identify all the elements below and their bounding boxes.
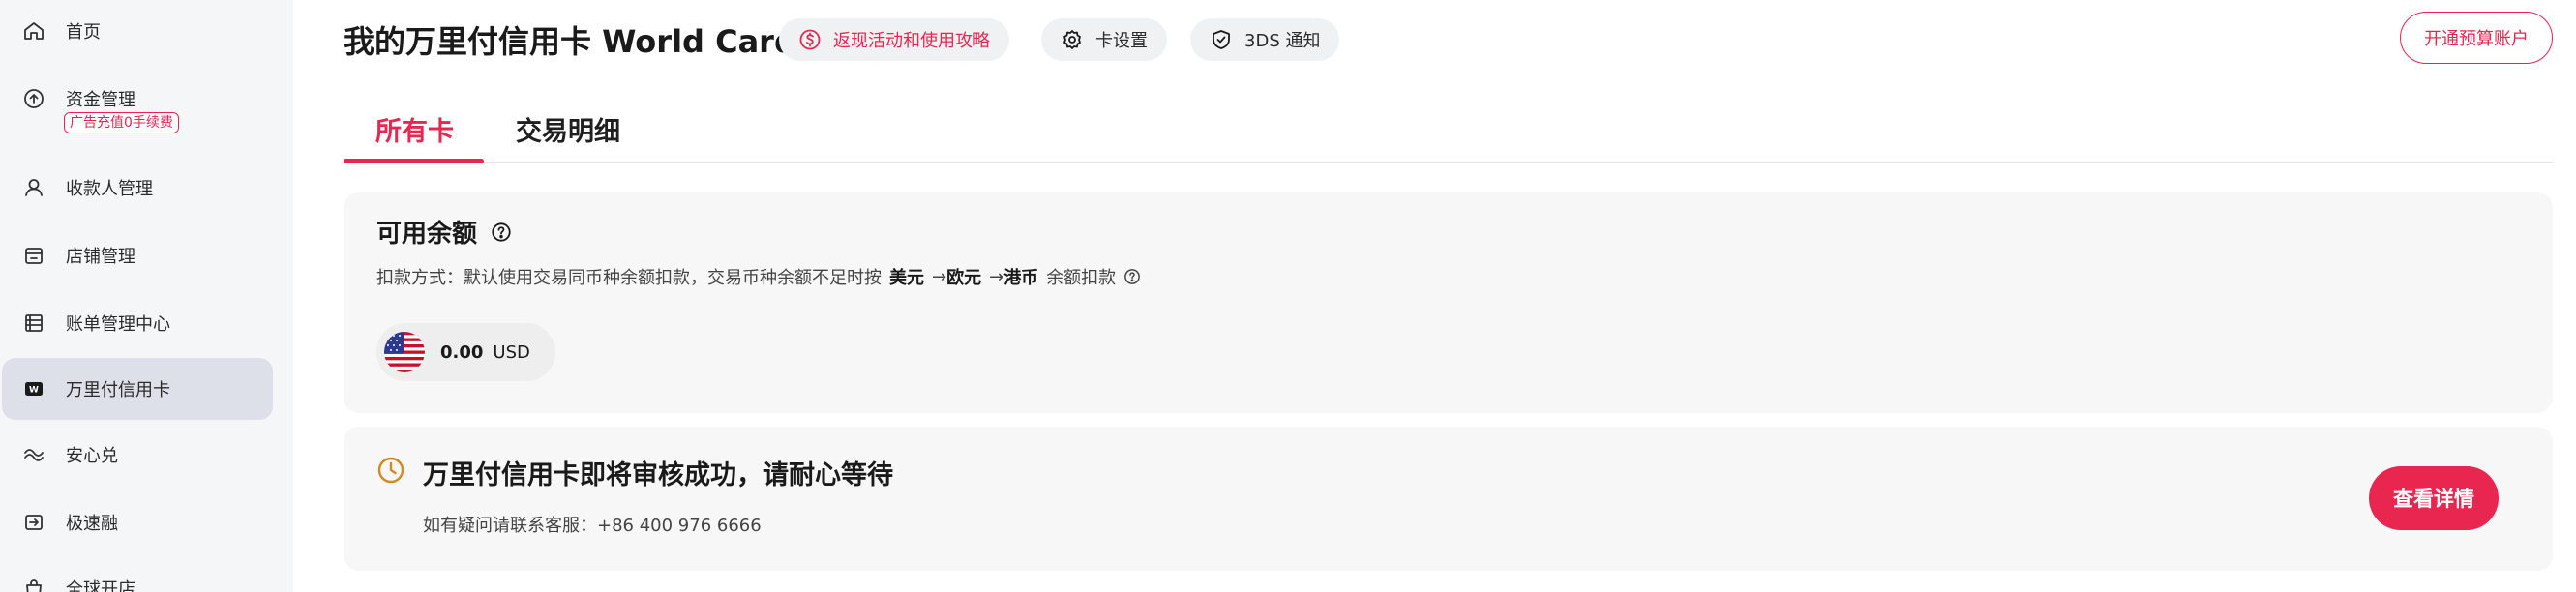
balance-panel: 可用余额 扣款方式：默认使用交易同币种余额扣款，交易币种余额不足时按 美元 → … — [344, 192, 2553, 413]
sidebar-item-global-shop[interactable]: 全球开店 — [2, 557, 273, 592]
sidebar-item-finance[interactable]: 极速融 — [2, 491, 273, 553]
card-settings-button[interactable]: 卡设置 — [1041, 18, 1167, 61]
shop-bag-icon — [21, 576, 46, 592]
sidebar-item-bills[interactable]: 账单管理中心 — [2, 292, 273, 354]
card-settings-label: 卡设置 — [1095, 31, 1148, 51]
sidebar-item-stores[interactable]: 店铺管理 — [2, 224, 273, 286]
gear-icon — [1063, 30, 1081, 49]
exchange-icon — [21, 442, 46, 467]
arrow-icon: → — [932, 266, 947, 287]
sidebar-item-label: 极速融 — [66, 514, 118, 534]
sidebar-item-label: 全球开店 — [66, 579, 135, 592]
active-tab-indicator — [344, 159, 484, 163]
cashback-guide-label: 返现活动和使用攻略 — [833, 31, 990, 51]
bill-icon — [21, 311, 46, 336]
deduct-prefix: 扣款方式：默认使用交易同币种余额扣款，交易币种余额不足时按 — [376, 268, 882, 288]
cashback-guide-button[interactable]: 返现活动和使用攻略 — [779, 18, 1009, 61]
finance-icon — [21, 510, 46, 535]
store-icon — [21, 243, 46, 268]
review-status-panel: 万里付信用卡即将审核成功，请耐心等待 如有疑问请联系客服：+86 400 976… — [344, 427, 2553, 571]
sidebar-item-label: 万里付信用卡 — [66, 380, 170, 400]
page-title: 我的万里付信用卡 World Card — [344, 23, 796, 60]
sidebar: 首页 资金管理 广告充值0手续费 收款人管理 店铺管理 账单管理中心 W 万里付… — [0, 0, 293, 592]
sidebar-item-label: 店铺管理 — [66, 247, 135, 267]
card-w-icon: W — [21, 376, 46, 401]
review-status-title: 万里付信用卡即将审核成功，请耐心等待 — [423, 460, 893, 490]
sidebar-item-label: 收款人管理 — [66, 179, 153, 199]
arrow-icon: → — [989, 266, 1004, 287]
support-contact-text: 如有疑问请联系客服：+86 400 976 6666 — [423, 516, 762, 536]
svg-text:W: W — [29, 386, 39, 396]
sidebar-item-payees[interactable]: 收款人管理 — [2, 157, 273, 219]
ad-promo-badge[interactable]: 广告充值0手续费 — [64, 112, 179, 133]
3ds-notice-label: 3DS 通知 — [1244, 31, 1321, 51]
us-flag-icon — [384, 332, 425, 372]
view-details-button[interactable]: 查看详情 — [2369, 466, 2499, 530]
3ds-notice-button[interactable]: 3DS 通知 — [1190, 18, 1340, 61]
help-icon[interactable] — [491, 222, 512, 243]
home-icon — [21, 18, 46, 44]
sidebar-item-label: 安心兑 — [66, 446, 118, 466]
balance-title: 可用余额 — [376, 220, 478, 249]
sidebar-item-exchange[interactable]: 安心兑 — [2, 424, 273, 486]
tab-all-cards[interactable]: 所有卡 — [375, 110, 454, 148]
deduct-suffix: 余额扣款 — [1046, 268, 1117, 288]
tab-transactions[interactable]: 交易明细 — [516, 110, 620, 148]
open-budget-account-button[interactable]: 开通预算账户 — [2400, 12, 2553, 64]
clock-icon — [376, 456, 405, 485]
sidebar-item-world-card[interactable]: W 万里付信用卡 — [2, 358, 273, 420]
currency-hkd-label: 港币 — [1003, 268, 1039, 288]
sidebar-item-label: 账单管理中心 — [66, 314, 170, 335]
arrow-up-circle-icon — [21, 86, 46, 111]
sidebar-item-label: 首页 — [66, 22, 101, 43]
sidebar-item-home[interactable]: 首页 — [2, 0, 273, 62]
usd-balance-chip[interactable]: 0.00 USD — [376, 323, 555, 381]
deduct-method-text: 扣款方式：默认使用交易同币种余额扣款，交易币种余额不足时按 美元 → 欧元 → … — [376, 264, 1141, 289]
balance-amount: 0.00 — [440, 341, 484, 363]
user-icon — [21, 175, 46, 200]
sidebar-item-label: 资金管理 — [66, 90, 135, 110]
deduct-help-icon[interactable] — [1123, 268, 1141, 285]
dollar-circle-icon — [799, 29, 821, 50]
currency-usd-label: 美元 — [889, 268, 924, 288]
tab-bar: 所有卡 交易明细 — [344, 101, 2553, 163]
shield-check-icon — [1213, 30, 1230, 49]
app-root: 首页 资金管理 广告充值0手续费 收款人管理 店铺管理 账单管理中心 W 万里付… — [0, 0, 2576, 592]
balance-currency: USD — [493, 341, 530, 363]
currency-eur-label: 欧元 — [946, 268, 982, 288]
